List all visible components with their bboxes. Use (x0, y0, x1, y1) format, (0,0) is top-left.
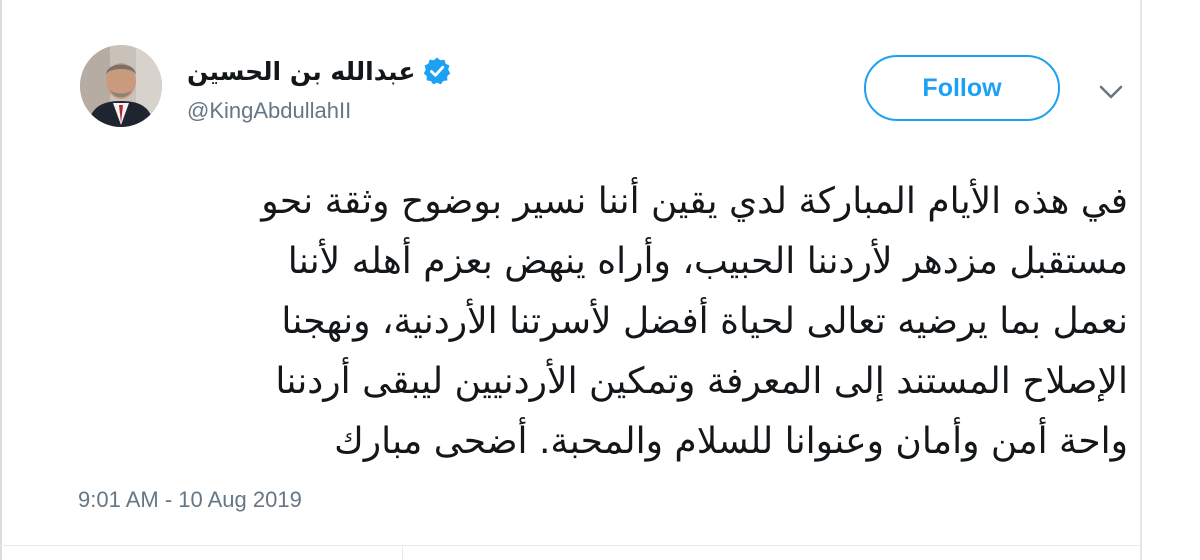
author-handle[interactable]: @KingAbdullahII (187, 98, 351, 124)
bottom-divider (0, 545, 1140, 546)
tweet-line: نعمل بما يرضيه تعالى لحياة أفضل لأسرتنا … (281, 301, 1128, 342)
avatar[interactable] (80, 45, 162, 127)
right-divider (1140, 0, 1142, 560)
tweet-line: في هذه الأيام المباركة لدي يقين أننا نسي… (261, 181, 1128, 222)
tweet-timestamp[interactable]: 9:01 AM - 10 Aug 2019 (78, 487, 302, 513)
left-divider (0, 0, 2, 560)
tweet-line: مستقبل مزدهر لأردننا الحبيب، وأراه ينهض … (287, 241, 1128, 282)
verified-badge-icon (422, 56, 452, 86)
display-name[interactable]: عبدالله بن الحسين (187, 57, 415, 86)
tweet-text: في هذه الأيام المباركة لدي يقين أننا نسي… (60, 172, 1128, 472)
profile-photo (80, 45, 162, 127)
author-name-row: عبدالله بن الحسين (187, 53, 452, 89)
chevron-down-icon[interactable] (1098, 82, 1124, 102)
bottom-divider-tick (402, 545, 403, 560)
tweet-line: واحة أمن وأمان وعنوانا للسلام والمحبة. أ… (334, 421, 1128, 462)
tweet-line: الإصلاح المستند إلى المعرفة وتمكين الأرد… (275, 361, 1128, 402)
follow-button[interactable]: Follow (864, 55, 1060, 121)
